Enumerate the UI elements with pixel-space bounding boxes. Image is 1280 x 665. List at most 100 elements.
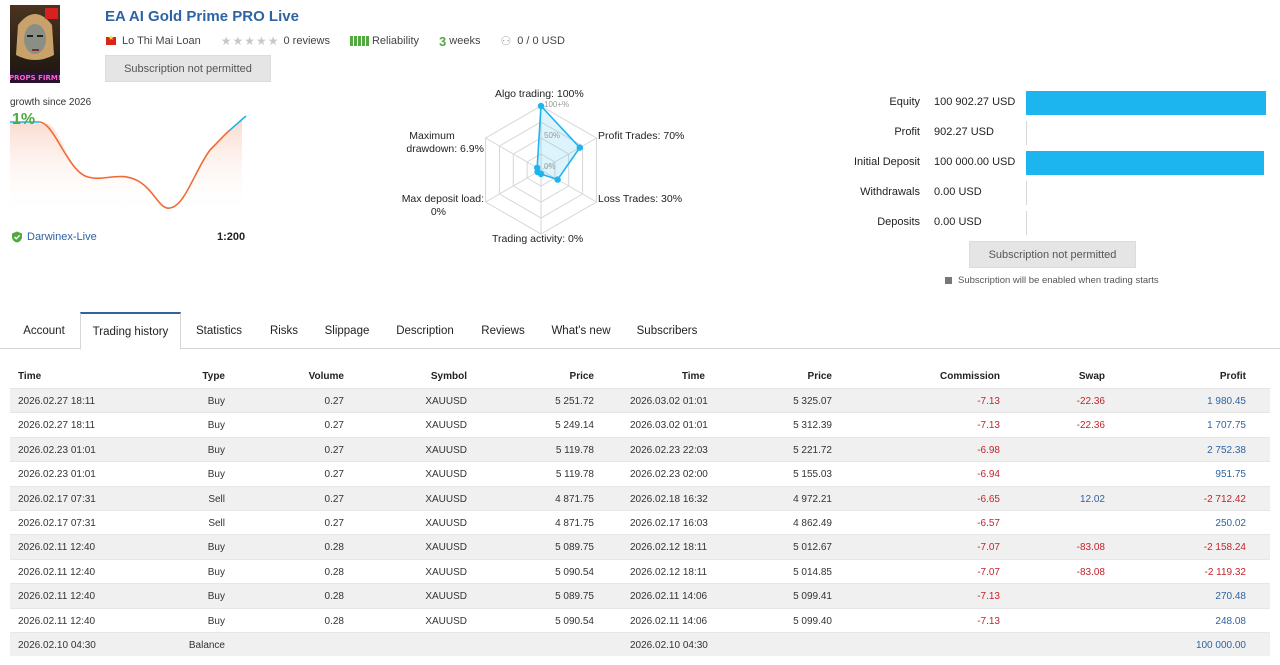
table-cell: 5 221.72 (793, 444, 832, 456)
table-cell: 2026.02.12 18:11 (630, 566, 708, 578)
table-cell: 4 871.75 (555, 493, 594, 505)
table-cell: 0.28 (324, 542, 344, 554)
column-header[interactable]: Profit (1180, 371, 1246, 382)
weeks-label: weeks (449, 35, 481, 47)
tab-what-s-new[interactable]: What's new (538, 312, 624, 349)
table-cell: -7.13 (977, 420, 1000, 432)
table-cell: 2026.02.10 04:30 (630, 639, 708, 651)
table-cell: -22.36 (1076, 396, 1105, 407)
table-cell: 5 119.78 (555, 469, 594, 481)
table-cell: 2026.02.11 12:40 (18, 566, 96, 578)
table-cell: -7.13 (977, 615, 1000, 627)
stat-label: Profit (894, 126, 920, 138)
tab-trading-history[interactable]: Trading history (80, 312, 181, 350)
radar-label-deposit-value: 0% (430, 206, 446, 218)
table-cell: XAUUSD (425, 444, 467, 456)
rating-stars-icon: ★★★★★ (220, 34, 280, 48)
column-header[interactable]: Volume (280, 371, 344, 382)
table-cell: XAUUSD (425, 615, 467, 627)
stat-value: 0.00 USD (934, 186, 982, 198)
table-cell: -7.07 (977, 566, 1000, 578)
table-cell: 2026.02.10 04:30 (18, 639, 96, 651)
table-cell: 1 980.45 (1207, 396, 1246, 407)
table-cell: 1 707.75 (1207, 420, 1246, 432)
table-cell: 2026.02.11 12:40 (18, 542, 96, 554)
radar-label-activity: Trading activity: 0% (492, 233, 584, 245)
table-row: 2026.02.27 18:11 Buy 0.27 XAUUSD 5 249.14 202… (10, 412, 1270, 436)
table-cell: 5 119.78 (555, 444, 594, 456)
table-cell: 250.02 (1215, 517, 1246, 529)
subscribe-button-secondary[interactable]: Subscription not permitted (969, 241, 1136, 268)
table-cell: 5 090.54 (555, 615, 594, 627)
column-header[interactable]: Symbol (405, 371, 467, 382)
table-cell: XAUUSD (425, 469, 467, 481)
tab-description[interactable]: Description (382, 312, 468, 349)
table-row: 2026.02.27 18:11 Buy 0.27 XAUUSD 5 251.72 202… (10, 388, 1270, 413)
table-cell: -2 712.42 (1203, 493, 1246, 505)
column-header[interactable]: Swap (1040, 371, 1105, 382)
stat-bar-empty (1026, 181, 1027, 205)
table-cell: XAUUSD (425, 542, 467, 554)
table-cell: 2026.02.11 12:40 (18, 591, 96, 603)
table-cell: 248.08 (1215, 615, 1246, 627)
subscribe-button[interactable]: Subscription not permitted (105, 55, 271, 82)
stat-value: 100 000.00 USD (934, 156, 1016, 168)
table-cell: 5 089.75 (555, 542, 594, 554)
signal-meta: Lo Thi Mai Loan ★★★★★ 0 reviews Reliabil… (106, 33, 565, 49)
column-header[interactable]: Commission (910, 371, 1000, 382)
subscription-note: Subscription will be enabled when tradin… (945, 275, 1159, 286)
table-cell: 5 251.72 (555, 396, 594, 407)
stat-label: Withdrawals (860, 186, 920, 198)
table-cell: 5 090.54 (555, 566, 594, 578)
column-header[interactable]: Price (770, 371, 832, 382)
table-cell: -6.65 (977, 493, 1000, 505)
table-row: 2026.02.23 01:01 Buy 0.27 XAUUSD 5 119.78 202… (10, 436, 1270, 462)
table-cell: XAUUSD (425, 591, 467, 603)
tab-risks[interactable]: Risks (256, 312, 312, 349)
stat-value: 100 902.27 USD (934, 96, 1016, 108)
stat-bar (1026, 151, 1264, 175)
tab-reviews[interactable]: Reviews (468, 312, 538, 349)
table-row: 2026.02.17 07:31 Sell 0.27 XAUUSD 4 871.75 20… (10, 485, 1270, 510)
table-cell: 2026.02.17 07:31 (18, 517, 96, 529)
table-cell: Buy (207, 591, 225, 603)
table-cell: 0.28 (324, 591, 344, 603)
tab-statistics[interactable]: Statistics (182, 312, 256, 349)
radar-point (554, 176, 561, 183)
table-cell: 5 155.03 (793, 469, 832, 481)
table-cell: 0.27 (324, 444, 344, 456)
table-cell: 0.27 (324, 517, 344, 529)
table-cell: -7.13 (977, 591, 1000, 603)
radar-chart: Algo trading: 100% Profit Trades: 70% Lo… (380, 80, 710, 255)
radar-point (533, 164, 541, 171)
weeks-value: 3 (439, 33, 447, 49)
tab-slippage[interactable]: Slippage (312, 312, 382, 349)
table-cell: Buy (207, 420, 225, 432)
reviews-count[interactable]: 0 reviews (283, 35, 329, 47)
table-cell: 5 325.07 (793, 396, 832, 407)
table-row: 2026.02.11 12:40 Buy 0.28 XAUUSD 5 089.75 202… (10, 534, 1270, 559)
radar-scale-50: 50% (544, 131, 561, 140)
author-name[interactable]: Lo Thi Mai Loan (122, 35, 201, 47)
info-square-icon (945, 277, 952, 284)
column-header[interactable]: Type (165, 371, 225, 382)
table-cell: -6.57 (977, 517, 1000, 529)
table-row: 2026.02.11 12:40 Buy 0.28 XAUUSD 5 090.54 202… (10, 558, 1270, 583)
radar-scale-100: 100+% (544, 100, 570, 109)
table-row: 2026.02.17 07:31 Sell 0.27 XAUUSD 4 871.75 20… (10, 509, 1270, 534)
author-avatar[interactable]: PROPS FIRM! (10, 5, 60, 83)
table-cell: 5 312.39 (793, 420, 832, 432)
table-cell: 2026.02.23 22:03 (630, 444, 708, 456)
column-header[interactable]: Price (530, 371, 594, 382)
broker-name[interactable]: Darwinex-Live (27, 231, 97, 243)
growth-chart (10, 110, 250, 218)
column-header[interactable]: Time (630, 371, 705, 382)
signal-title[interactable]: EA AI Gold Prime PRO Live (105, 8, 299, 25)
growth-label: growth since 2026 (10, 97, 92, 108)
table-cell: -6.98 (977, 444, 1000, 456)
broker-server[interactable]: Darwinex-Live (11, 231, 97, 243)
tab-account[interactable]: Account (10, 312, 78, 349)
tab-subscribers[interactable]: Subscribers (624, 312, 710, 349)
column-header[interactable]: Time (18, 371, 128, 382)
table-cell: 2026.02.23 01:01 (18, 469, 96, 481)
